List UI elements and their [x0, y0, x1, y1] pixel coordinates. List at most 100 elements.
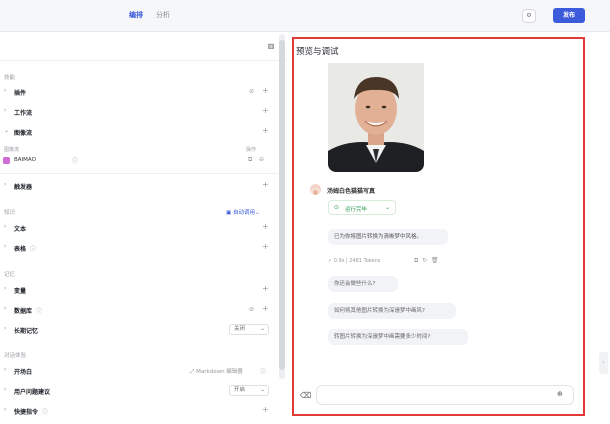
bot-reply-bubble: 已为你将图片转换为清晰梦中风格。: [328, 229, 448, 245]
clear-history-icon[interactable]: ⌫: [300, 391, 311, 400]
chevron-right-icon: ›: [602, 359, 605, 366]
chevron-right-icon: ›: [4, 87, 7, 94]
run-status-dropdown[interactable]: ⊙ 运行完毕 ⌄: [328, 200, 396, 215]
markdown-editor-link[interactable]: ⤢ Markdown 编辑器: [190, 367, 243, 376]
chevron-down-icon: ⌄: [260, 326, 265, 332]
regenerate-icon[interactable]: ↻: [422, 257, 427, 264]
qrcode-icon[interactable]: ⚅: [268, 43, 274, 51]
row-label: 工作流: [14, 110, 33, 117]
reply-actions: ⧉ ↻ 🗑: [414, 257, 439, 265]
tab-analysis[interactable]: 分析: [156, 10, 170, 20]
row-database[interactable]: › 数据库 ⓘ ⊘ +: [0, 302, 278, 318]
row-label: 快捷指令: [14, 409, 39, 416]
scrollbar-thumb[interactable]: [279, 40, 285, 370]
add-icon[interactable]: +: [262, 304, 269, 313]
status-text: 运行完毕: [345, 207, 368, 213]
info-icon[interactable]: ⓘ: [42, 407, 48, 416]
add-icon[interactable]: +: [262, 106, 269, 115]
section-skills: 技能: [4, 75, 16, 81]
suggestion-chip[interactable]: 你还会做些什么?: [328, 276, 398, 292]
add-icon[interactable]: +: [262, 405, 269, 414]
auto-call-toggle[interactable]: ▣ 自动调用⌄: [226, 208, 260, 216]
suggestion-chip[interactable]: 如何将其他图片转换为深邃梦中画风?: [328, 303, 456, 319]
imageflow-item-icon: [3, 157, 10, 164]
suggest-select[interactable]: 开启 ⌄: [229, 385, 269, 396]
row-table[interactable]: › 表格 ⓘ +: [0, 240, 278, 256]
add-icon[interactable]: +: [262, 222, 269, 231]
tab-arrange[interactable]: 编排: [129, 10, 143, 20]
row-imageflow[interactable]: ⌄ 图像流 +: [0, 124, 278, 140]
chevron-down-icon: ⌄: [260, 387, 265, 393]
auto-call-label: 自动调用: [232, 210, 255, 216]
row-shortcut[interactable]: › 快捷指令 ⓘ +: [0, 403, 278, 419]
row-plugin[interactable]: › 插件 ⊘ +: [0, 84, 278, 100]
chevron-right-icon: ›: [4, 223, 7, 230]
info-icon[interactable]: ⓘ: [260, 367, 266, 376]
row-long-memory[interactable]: › 长期记忆 关闭 ⌄: [0, 322, 278, 338]
chevron-down-icon: ⌄: [4, 127, 10, 134]
copy-icon[interactable]: ⧉: [248, 156, 252, 164]
stats-text: 0.9s | 2481 Tokens: [333, 258, 381, 264]
reply-stats: ✓ 0.9s | 2481 Tokens: [328, 258, 380, 264]
check-circle-icon: ⊙: [334, 204, 340, 211]
top-bar: 编排 分析 ⚙ 发布: [0, 0, 610, 32]
row-label: 数据库: [14, 308, 33, 315]
suggestion-chip[interactable]: 转图片转换为深邃梦中画需要多少时间?: [328, 329, 468, 345]
chevron-right-icon: ›: [4, 285, 7, 292]
chevron-right-icon: ›: [4, 305, 7, 312]
row-opening[interactable]: › 开场白 ⤢ Markdown 编辑器 ⓘ: [0, 363, 278, 379]
publish-button[interactable]: 发布: [553, 8, 585, 23]
chevron-down-icon: ⌄: [254, 210, 260, 216]
chevron-right-icon: ›: [4, 406, 7, 413]
add-icon[interactable]: +: [262, 242, 269, 251]
row-label: 变量: [14, 288, 27, 295]
imageflow-col-name: 图像流: [4, 147, 20, 153]
row-variable[interactable]: › 变量 +: [0, 282, 278, 298]
chevron-down-icon: ⌄: [385, 204, 391, 211]
row-label: 插件: [14, 90, 27, 97]
bot-avatar: [310, 184, 321, 195]
row-label: 长期记忆: [14, 328, 39, 335]
row-workflow[interactable]: › 工作流 +: [0, 104, 278, 120]
info-icon[interactable]: ⓘ: [72, 156, 78, 165]
divider: [0, 173, 278, 174]
chevron-right-icon: ›: [4, 107, 7, 114]
row-trigger[interactable]: › 触发器 +: [0, 178, 278, 194]
row-text[interactable]: › 文本 +: [0, 220, 278, 236]
info-icon[interactable]: ⓘ: [36, 306, 42, 315]
remove-icon[interactable]: ⊖: [259, 156, 264, 163]
chevron-right-icon: ›: [4, 366, 7, 373]
chevron-right-icon: ›: [4, 325, 7, 332]
add-icon[interactable]: +: [262, 284, 269, 293]
preview-title: 预览与调试: [296, 47, 339, 57]
add-icon[interactable]: +: [262, 86, 269, 95]
chat-input[interactable]: ⊕: [316, 385, 574, 405]
config-panel: ⚅ 技能 › 插件 ⊘ + › 工作流 + ⌄ 图像流 + 图像流 操作 BAI…: [0, 33, 287, 424]
bot-name: 汤姆白色猫猫写真: [327, 188, 376, 195]
info-icon[interactable]: ⓘ: [30, 244, 36, 253]
select-value: 开启: [234, 387, 246, 393]
section-knowledge: 知识: [4, 210, 16, 216]
delete-icon[interactable]: 🗑: [431, 257, 439, 264]
long-memory-select[interactable]: 关闭 ⌄: [229, 324, 269, 335]
collapse-handle[interactable]: ›: [599, 352, 608, 374]
row-label: 开场白: [14, 369, 33, 376]
row-label: 触发器: [14, 184, 33, 191]
auto-icon[interactable]: ⊘: [249, 306, 254, 313]
settings-button[interactable]: ⚙: [522, 9, 536, 23]
send-icon[interactable]: ⊕: [557, 390, 563, 398]
markdown-editor-label: Markdown 编辑器: [196, 369, 243, 375]
copy-icon[interactable]: ⧉: [414, 257, 418, 264]
auto-icon[interactable]: ⊘: [249, 88, 254, 95]
row-suggest[interactable]: › 用户问题建议 开启 ⌄: [0, 383, 278, 399]
add-icon[interactable]: +: [262, 180, 269, 189]
imageflow-item-name[interactable]: BAIMAO: [14, 157, 36, 163]
chevron-right-icon: ›: [4, 181, 7, 188]
generated-portrait-image: [328, 63, 424, 172]
add-icon[interactable]: +: [262, 126, 269, 135]
preview-panel: 预览与调试 汤姆白色猫猫写真 ⊙ 运行完毕 ⌄ 已为你将图片转换为清晰梦中风格。…: [292, 37, 585, 416]
row-label: 用户问题建议: [14, 389, 51, 396]
chevron-right-icon: ›: [4, 386, 7, 393]
config-panel-header: ⚅: [0, 33, 287, 61]
row-label: 图像流: [14, 130, 33, 137]
